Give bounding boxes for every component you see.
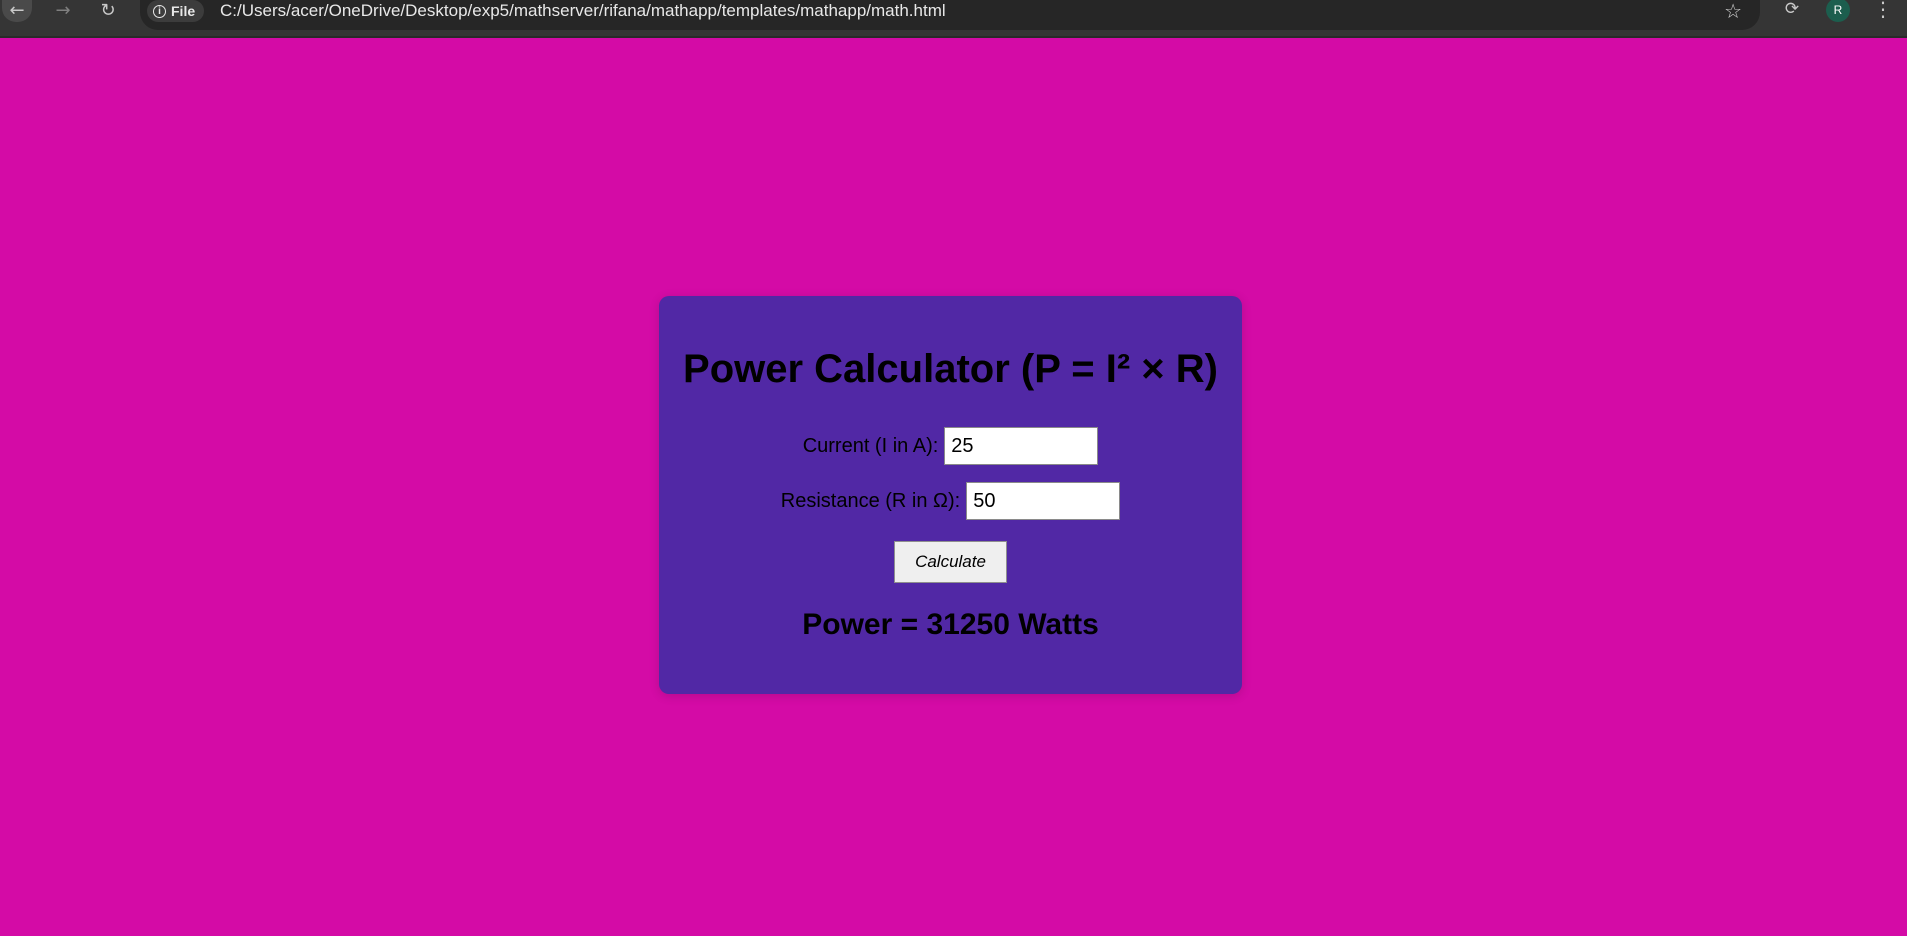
current-label: Current (I in A):: [802, 434, 939, 457]
current-input[interactable]: [944, 427, 1099, 465]
back-button[interactable]: ←: [2, 0, 32, 22]
page-title: Power Calculator (P = I² × R): [683, 347, 1218, 391]
forward-icon: →: [55, 0, 71, 21]
current-row: Current (I in A):: [659, 427, 1242, 465]
avatar[interactable]: R: [1826, 0, 1850, 22]
resistance-label: Resistance (R in Ω):: [780, 489, 961, 512]
resistance-input[interactable]: [966, 482, 1121, 520]
file-chip-label: File: [171, 3, 196, 19]
extension-icon[interactable]: ⟳: [1780, 0, 1804, 21]
star-icon[interactable]: ☆: [1724, 0, 1742, 22]
menu-icon[interactable]: ⋮: [1872, 0, 1894, 21]
reload-icon: ↻: [100, 0, 116, 21]
result-text: Power = 31250 Watts: [802, 608, 1099, 641]
reload-button[interactable]: ↻: [93, 0, 123, 22]
info-icon: i: [153, 4, 166, 18]
calculator-card: Power Calculator (P = I² × R) Current (I…: [659, 296, 1242, 694]
site-info-chip[interactable]: i File: [147, 0, 205, 22]
back-icon: ←: [9, 0, 25, 21]
address-bar[interactable]: i File C:/Users/acer/OneDrive/Desktop/ex…: [140, 0, 1760, 30]
resistance-row: Resistance (R in Ω):: [659, 482, 1242, 520]
browser-toolbar: ← → ↻ i File C:/Users/acer/OneDrive/Desk…: [0, 0, 1907, 38]
forward-button[interactable]: →: [48, 0, 78, 22]
calculate-button[interactable]: Calculate: [894, 541, 1007, 583]
url-text[interactable]: C:/Users/acer/OneDrive/Desktop/exp5/math…: [220, 0, 946, 22]
